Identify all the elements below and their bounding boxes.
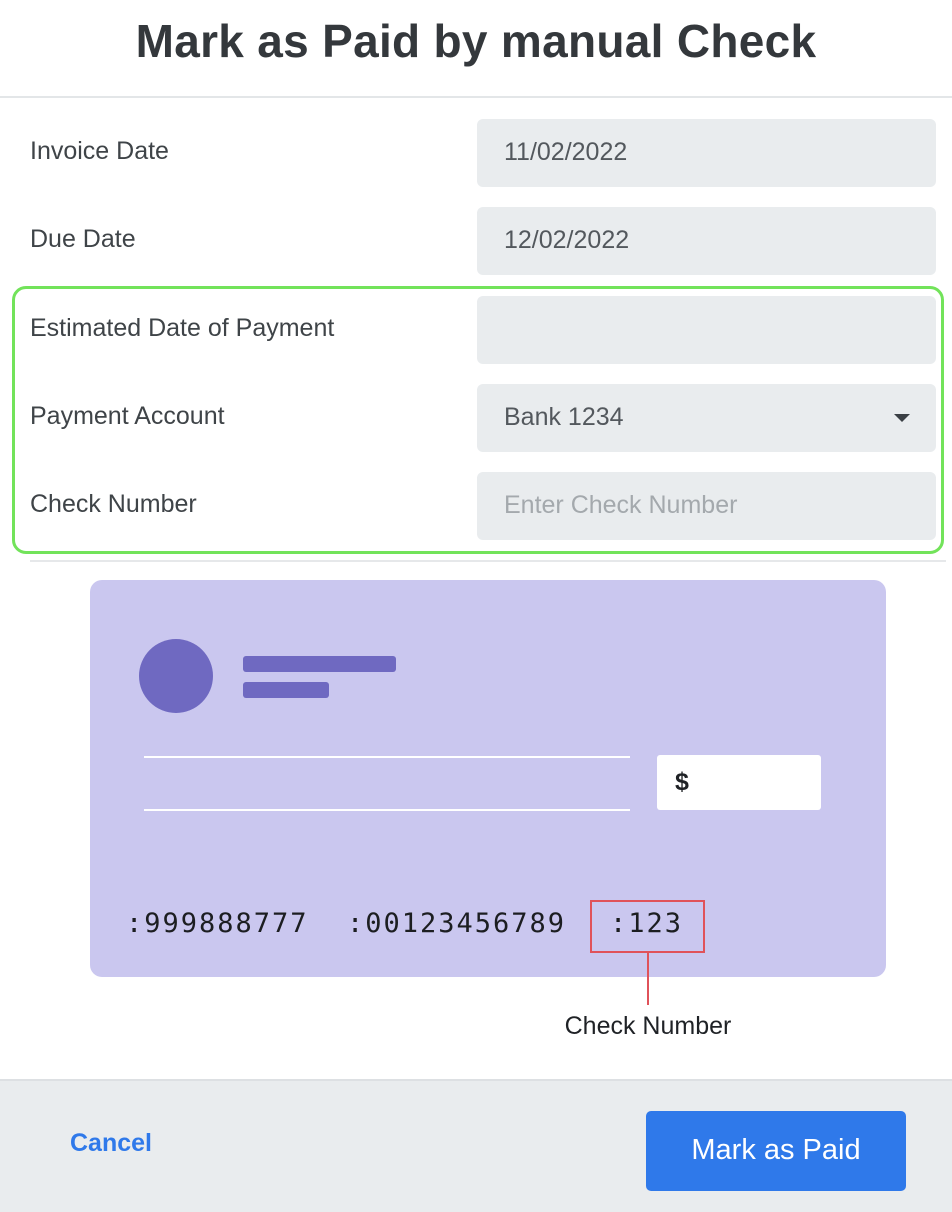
check-number-row: Check Number Enter Check Number bbox=[0, 472, 952, 540]
check-logo-icon bbox=[139, 639, 213, 713]
payment-account-row: Payment Account Bank 1234 bbox=[0, 384, 952, 452]
check-name-line-icon bbox=[243, 656, 396, 672]
payment-account-select[interactable]: Bank 1234 bbox=[477, 384, 936, 452]
account-number: :00123456789 bbox=[347, 908, 567, 939]
invoice-date-label: Invoice Date bbox=[30, 137, 169, 165]
check-number-label: Check Number bbox=[30, 490, 197, 518]
invoice-date-field[interactable]: 11/02/2022 bbox=[477, 119, 936, 187]
check-amount-box: $ bbox=[657, 755, 821, 810]
mark-as-paid-button[interactable]: Mark as Paid bbox=[646, 1111, 906, 1191]
payment-account-value: Bank 1234 bbox=[504, 403, 624, 431]
check-amount-words-line bbox=[144, 809, 630, 811]
check-number-callout-line bbox=[647, 953, 649, 1005]
due-date-label: Due Date bbox=[30, 225, 136, 253]
estimated-payment-date-label: Estimated Date of Payment bbox=[30, 314, 335, 342]
routing-number: :999888777 bbox=[126, 908, 309, 939]
micr-check-number: :123 bbox=[610, 908, 684, 939]
chevron-down-icon bbox=[894, 414, 910, 422]
invoice-date-row: Invoice Date 11/02/2022 bbox=[0, 119, 952, 187]
due-date-field[interactable]: 12/02/2022 bbox=[477, 207, 936, 275]
check-illustration: $ :999888777 :00123456789 :123 bbox=[90, 580, 886, 977]
check-address-line-icon bbox=[243, 682, 329, 698]
dialog-footer: Cancel Mark as Paid bbox=[0, 1079, 952, 1212]
check-number-input[interactable]: Enter Check Number bbox=[477, 472, 936, 540]
check-number-callout-label: Check Number bbox=[564, 1012, 732, 1040]
check-payee-line bbox=[144, 756, 630, 758]
estimated-payment-date-field[interactable] bbox=[477, 296, 936, 364]
dialog-title: Mark as Paid by manual Check bbox=[135, 15, 817, 67]
cancel-button[interactable]: Cancel bbox=[70, 1129, 152, 1158]
payment-account-label: Payment Account bbox=[30, 402, 225, 430]
estimated-payment-date-row: Estimated Date of Payment bbox=[0, 296, 952, 364]
due-date-row: Due Date 12/02/2022 bbox=[0, 207, 952, 275]
dialog-header: Mark as Paid by manual Check bbox=[0, 0, 952, 98]
divider bbox=[30, 560, 946, 562]
